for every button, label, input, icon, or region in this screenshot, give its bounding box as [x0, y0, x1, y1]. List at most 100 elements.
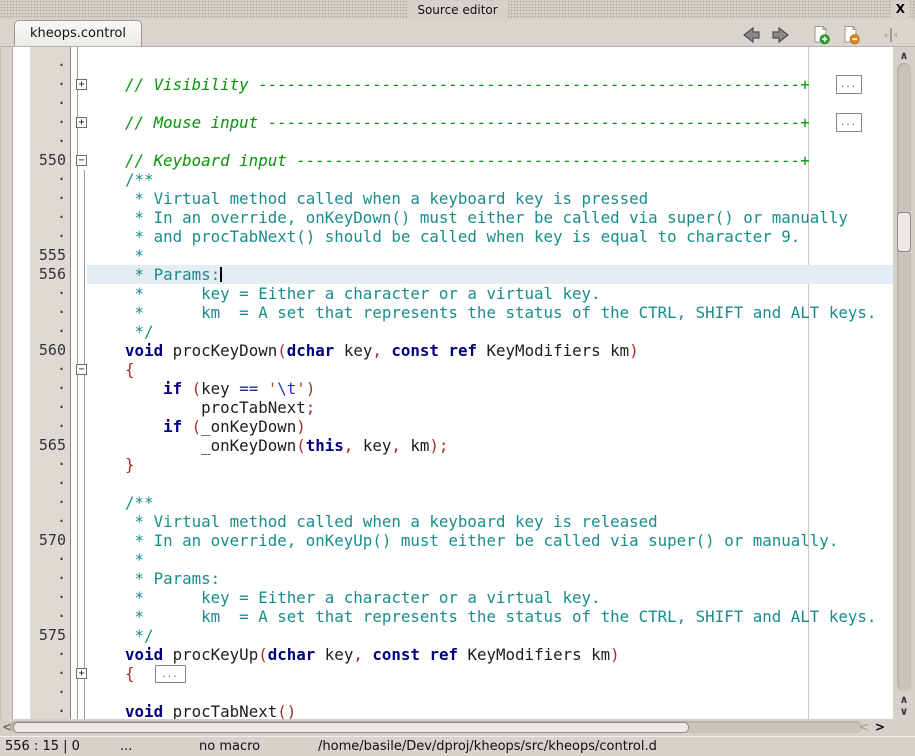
code-line[interactable]: · void procKeyUp(dchar key, const ref Ke…	[0, 645, 893, 664]
code-line[interactable]: · * km = A set that represents the statu…	[0, 303, 893, 322]
code-line[interactable]: · * Virtual method called when a keyboar…	[0, 512, 893, 531]
code-text[interactable]: {	[87, 360, 135, 379]
code-line[interactable]: ·+ // Visibility -----------------------…	[0, 75, 893, 94]
code-line[interactable]: ·	[0, 132, 893, 151]
code-text[interactable]: // Visibility --------------------------…	[87, 75, 810, 94]
code-line[interactable]: · * Params:	[0, 569, 893, 588]
vertical-scroll-track[interactable]	[897, 63, 911, 691]
code-line[interactable]: 575 */	[0, 626, 893, 645]
line-number: 565	[30, 436, 68, 455]
back-button[interactable]	[739, 25, 763, 45]
code-text[interactable]: */	[87, 626, 154, 645]
code-line[interactable]: · /**	[0, 170, 893, 189]
code-line[interactable]: · if (key == '\t')	[0, 379, 893, 398]
code-text[interactable]: * key = Either a character or a virtual …	[87, 284, 601, 303]
code-text[interactable]: */	[87, 322, 154, 341]
code-text[interactable]: {	[87, 664, 135, 683]
code-text[interactable]: procTabNext;	[87, 398, 315, 417]
code-line[interactable]: · * key = Either a character or a virtua…	[0, 588, 893, 607]
code-line[interactable]: · void procTabNext()	[0, 702, 893, 719]
close-document-button[interactable]	[839, 25, 863, 45]
code-text[interactable]: * Params:	[87, 569, 220, 588]
code-line[interactable]: 560 void procKeyDown(dchar key, const re…	[0, 341, 893, 360]
code-text[interactable]: * In an override, onKeyDown() must eithe…	[87, 208, 848, 227]
folded-code-box[interactable]: ...	[155, 665, 186, 683]
folded-code-box[interactable]: ...	[836, 75, 862, 94]
code-text[interactable]: void procKeyUp(dchar key, const ref KeyM…	[87, 645, 620, 664]
code-line[interactable]: ·	[0, 56, 893, 75]
close-icon[interactable]: X	[892, 1, 909, 18]
fold-toggle-icon[interactable]: +	[76, 79, 87, 90]
line-number: 575	[30, 626, 68, 645]
vertical-scroll-thumb[interactable]	[897, 212, 911, 252]
code-line[interactable]: · *	[0, 550, 893, 569]
back-arrow-icon	[740, 26, 762, 44]
horizontal-scrollbar[interactable]: < < >	[0, 719, 893, 736]
code-text[interactable]: * and procTabNext() should be called whe…	[87, 227, 800, 246]
code-text[interactable]: *	[87, 246, 144, 265]
code-text[interactable]: * Virtual method called when a keyboard …	[87, 189, 648, 208]
code-rows: ··+ // Visibility ----------------------…	[0, 56, 893, 719]
code-line[interactable]: ·	[0, 94, 893, 113]
fold-toggle-icon[interactable]: +	[76, 668, 87, 679]
split-view-button[interactable]	[879, 25, 903, 45]
code-line[interactable]: · /**	[0, 493, 893, 512]
code-line[interactable]: ·+ {...	[0, 664, 893, 683]
code-line[interactable]: · */	[0, 322, 893, 341]
line-dot: ·	[30, 170, 68, 189]
code-text[interactable]: void procTabNext()	[87, 702, 296, 719]
code-line[interactable]: 570 * In an override, onKeyUp() must eit…	[0, 531, 893, 550]
code-text[interactable]: * key = Either a character or a virtual …	[87, 588, 601, 607]
code-text[interactable]: if (key == '\t')	[87, 379, 315, 398]
fold-toggle-icon[interactable]: −	[76, 364, 87, 375]
code-line[interactable]: · * and procTabNext() should be called w…	[0, 227, 893, 246]
code-line[interactable]: 550− // Keyboard input -----------------…	[0, 151, 893, 170]
code-line[interactable]: · procTabNext;	[0, 398, 893, 417]
code-line[interactable]: ·	[0, 474, 893, 493]
code-text[interactable]: *	[87, 550, 144, 569]
code-line[interactable]: ·	[0, 683, 893, 702]
forward-button[interactable]	[769, 25, 793, 45]
code-text[interactable]: * Params:	[87, 265, 893, 284]
fold-toggle-icon[interactable]: +	[76, 117, 87, 128]
code-line[interactable]: · * key = Either a character or a virtua…	[0, 284, 893, 303]
scroll-left-end-icon[interactable]: <	[859, 720, 869, 735]
code-line[interactable]: · * In an override, onKeyDown() must eit…	[0, 208, 893, 227]
scroll-right-icon[interactable]: >	[875, 720, 885, 735]
code-text[interactable]: // Keyboard input ----------------------…	[87, 151, 810, 170]
code-text[interactable]: if (_onKeyDown)	[87, 417, 306, 436]
code-line[interactable]: ·+ // Mouse input ----------------------…	[0, 113, 893, 132]
editor-toolbar	[739, 25, 903, 45]
code-line[interactable]: · }	[0, 455, 893, 474]
code-text[interactable]: _onKeyDown(this, key, km);	[87, 436, 448, 455]
code-line[interactable]: 556 * Params:	[0, 265, 893, 284]
code-text[interactable]: }	[87, 455, 135, 474]
vertical-scrollbar[interactable]: ∧ ∧ ∨	[893, 47, 915, 719]
code-line[interactable]: · if (_onKeyDown)	[0, 417, 893, 436]
code-line[interactable]: ·− {	[0, 360, 893, 379]
code-text[interactable]: // Mouse input -------------------------…	[87, 113, 810, 132]
code-text[interactable]: * km = A set that represents the status …	[87, 303, 876, 322]
window-title: Source editor	[407, 1, 507, 19]
scroll-up-bottom-icon[interactable]: ∧	[893, 694, 915, 705]
tab-kheops-control[interactable]: kheops.control	[14, 20, 142, 46]
code-line[interactable]: 555 *	[0, 246, 893, 265]
scroll-down-icon[interactable]: ∨	[893, 706, 915, 717]
new-document-icon	[811, 25, 831, 45]
code-text[interactable]: * Virtual method called when a keyboard …	[87, 512, 658, 531]
code-text[interactable]: * km = A set that represents the status …	[87, 607, 876, 626]
code-text[interactable]: /**	[87, 170, 154, 189]
code-line[interactable]: · * Virtual method called when a keyboar…	[0, 189, 893, 208]
code-line[interactable]: · * km = A set that represents the statu…	[0, 607, 893, 626]
code-line[interactable]: 565 _onKeyDown(this, key, km);	[0, 436, 893, 455]
code-text[interactable]: void procKeyDown(dchar key, const ref Ke…	[87, 341, 639, 360]
code-text[interactable]: /**	[87, 493, 154, 512]
code-text[interactable]: * In an override, onKeyUp() must either …	[87, 531, 838, 550]
code-editor[interactable]: ··+ // Visibility ----------------------…	[0, 47, 893, 719]
line-number: 555	[30, 246, 68, 265]
horizontal-scroll-thumb[interactable]	[13, 722, 689, 733]
new-document-button[interactable]	[809, 25, 833, 45]
scroll-up-icon[interactable]: ∧	[893, 50, 915, 61]
folded-code-box[interactable]: ...	[836, 113, 862, 132]
fold-toggle-icon[interactable]: −	[76, 155, 87, 166]
